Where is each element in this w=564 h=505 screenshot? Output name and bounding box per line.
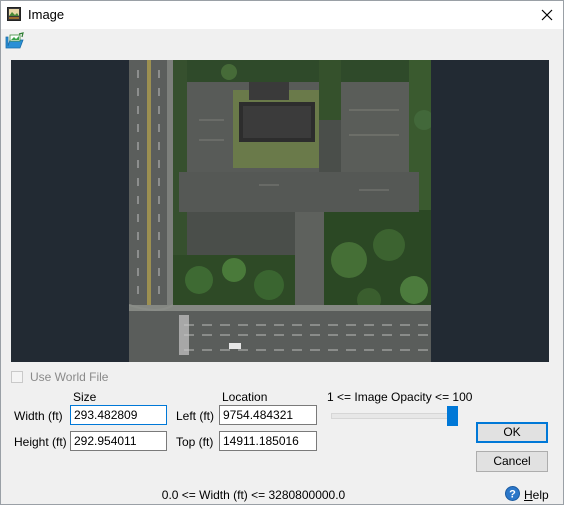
- opacity-slider-track[interactable]: [331, 413, 455, 419]
- opacity-slider-thumb[interactable]: [447, 406, 458, 426]
- location-header: Location: [222, 390, 268, 404]
- help-icon: ?: [505, 486, 520, 501]
- use-world-file-label: Use World File: [30, 370, 109, 384]
- image-preview: [11, 60, 549, 362]
- close-button[interactable]: [531, 1, 563, 29]
- title-bar: Image: [1, 1, 563, 29]
- status-text: 0.0 <= Width (ft) <= 3280800000.0: [161, 488, 346, 502]
- cancel-button[interactable]: Cancel: [476, 451, 548, 472]
- close-icon: [541, 9, 553, 21]
- width-field[interactable]: [70, 405, 167, 425]
- height-field[interactable]: [70, 431, 167, 451]
- ok-button[interactable]: OK: [476, 422, 548, 443]
- left-label: Left (ft): [176, 409, 215, 423]
- opacity-header: 1 <= Image Opacity <= 100: [327, 390, 473, 404]
- image-app-icon: [7, 7, 21, 21]
- svg-text:?: ?: [509, 489, 516, 501]
- open-image-icon[interactable]: [5, 32, 25, 50]
- size-header: Size: [73, 390, 97, 404]
- aerial-photo: [129, 60, 431, 362]
- image-dialog: Image Use World File Size Location 1 <= …: [0, 0, 564, 505]
- left-field[interactable]: [219, 405, 317, 425]
- height-label: Height (ft): [14, 435, 67, 449]
- top-field[interactable]: [219, 431, 317, 451]
- help-label: Help: [524, 488, 549, 502]
- use-world-file-checkbox[interactable]: [11, 371, 23, 383]
- width-label: Width (ft): [14, 409, 63, 423]
- window-title: Image: [28, 7, 65, 22]
- opacity-slider[interactable]: [331, 404, 463, 428]
- top-label: Top (ft): [176, 435, 214, 449]
